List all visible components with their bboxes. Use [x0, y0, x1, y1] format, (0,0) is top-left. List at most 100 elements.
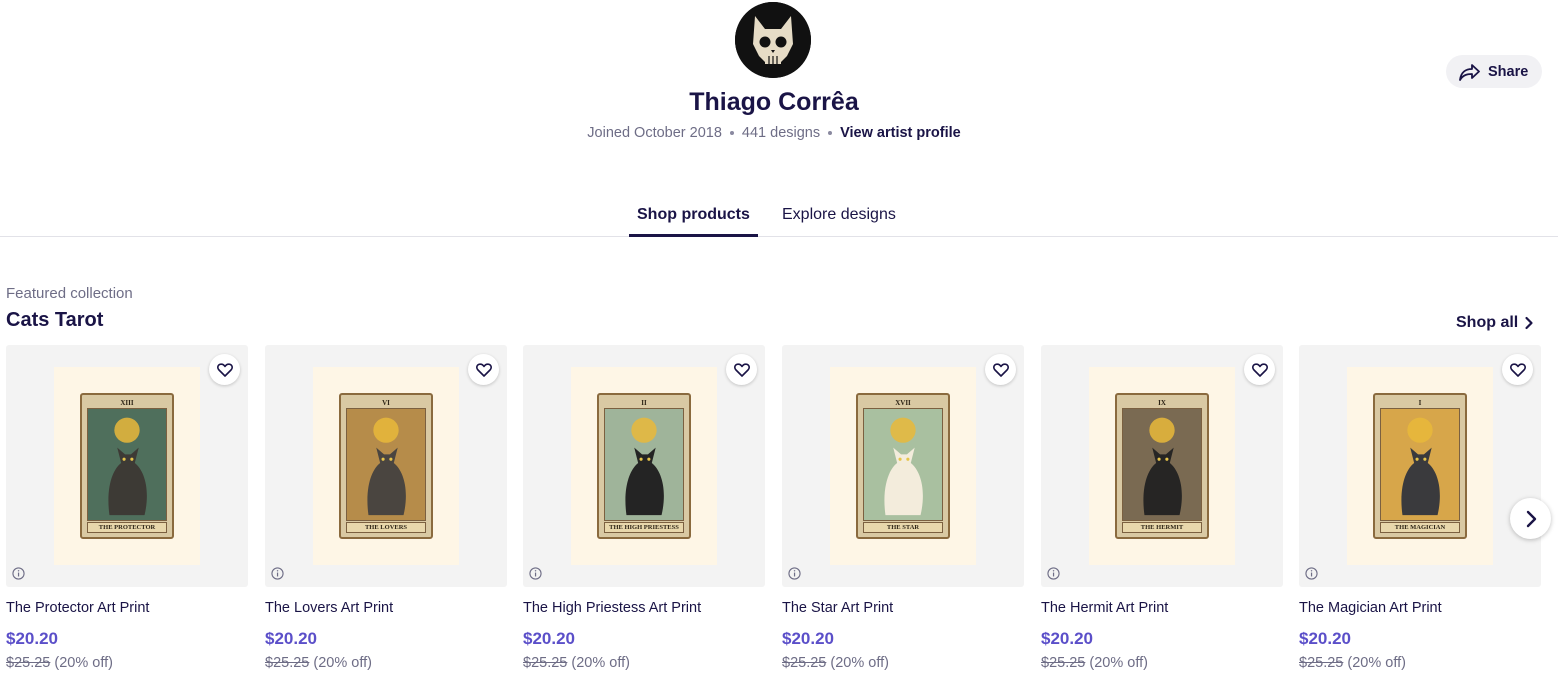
product-title[interactable]: The Protector Art Print: [6, 600, 248, 616]
print-mat: XVII THE STAR: [830, 367, 976, 565]
info-icon[interactable]: [12, 567, 25, 580]
print-mat: VI THE LOVERS: [313, 367, 459, 565]
cat-illustration: [347, 409, 425, 520]
discount-label: (20% off): [1347, 655, 1406, 671]
favorite-button[interactable]: [1244, 354, 1275, 385]
original-price: $25.25: [523, 655, 568, 671]
product-image[interactable]: XVII THE STAR: [782, 345, 1024, 587]
carousel-next-button[interactable]: [1510, 498, 1551, 539]
favorite-button[interactable]: [985, 354, 1016, 385]
product-image[interactable]: I THE MAGICIAN: [1299, 345, 1541, 587]
favorite-button[interactable]: [209, 354, 240, 385]
discount-label: (20% off): [54, 655, 113, 671]
skull-cat-logo: [735, 2, 811, 78]
card-number: IX: [1158, 399, 1166, 407]
product-card[interactable]: XVII THE STAR The Star Art Print $20.20 …: [782, 345, 1024, 671]
card-caption: THE MAGICIAN: [1380, 522, 1460, 533]
product-card[interactable]: XIII THE PROTECTOR The Protector Art Pri…: [6, 345, 248, 671]
product-original-price: $25.25 (20% off): [782, 655, 1024, 671]
product-title[interactable]: The High Priestess Art Print: [523, 600, 765, 616]
product-title[interactable]: The Star Art Print: [782, 600, 1024, 616]
artist-avatar[interactable]: [735, 2, 811, 78]
info-icon[interactable]: [1305, 567, 1318, 580]
info-icon[interactable]: [788, 567, 801, 580]
tarot-card-artwork: XIII THE PROTECTOR: [80, 393, 174, 539]
discount-label: (20% off): [830, 655, 889, 671]
card-number: II: [641, 399, 647, 407]
cat-illustration: [605, 409, 683, 520]
favorite-button[interactable]: [1502, 354, 1533, 385]
favorite-button[interactable]: [726, 354, 757, 385]
separator-dot: [729, 131, 734, 136]
shop-all-link[interactable]: Shop all: [1456, 314, 1534, 332]
heart-icon: [475, 362, 492, 377]
tab-shop-products[interactable]: Shop products: [629, 198, 758, 237]
joined-date: Joined October 2018: [587, 125, 722, 141]
card-caption: THE HERMIT: [1122, 522, 1202, 533]
heart-icon: [216, 362, 233, 377]
product-original-price: $25.25 (20% off): [6, 655, 248, 671]
product-price: $20.20: [523, 629, 575, 648]
tarot-card-artwork: II THE HIGH PRIESTESS: [597, 393, 691, 539]
product-image[interactable]: IX THE HERMIT: [1041, 345, 1283, 587]
card-scene: [1122, 408, 1202, 521]
discount-label: (20% off): [313, 655, 372, 671]
heart-icon: [733, 362, 750, 377]
info-icon[interactable]: [1047, 567, 1060, 580]
card-scene: [346, 408, 426, 521]
tarot-card-artwork: XVII THE STAR: [856, 393, 950, 539]
product-price: $20.20: [265, 629, 317, 648]
card-caption: THE HIGH PRIESTESS: [604, 522, 684, 533]
info-icon[interactable]: [271, 567, 284, 580]
separator-dot: [828, 131, 833, 136]
tab-bar: Shop products Explore designs: [0, 198, 1558, 237]
product-card[interactable]: VI THE LOVERS The Lovers Art Print $20.2…: [265, 345, 507, 671]
product-price: $20.20: [1041, 629, 1093, 648]
product-card[interactable]: II THE HIGH PRIESTESS The High Priestess…: [523, 345, 765, 671]
designs-count: 441 designs: [741, 125, 821, 141]
share-arrow-icon: [1459, 63, 1480, 81]
info-icon[interactable]: [529, 567, 542, 580]
heart-icon: [1509, 362, 1526, 377]
product-card[interactable]: I THE MAGICIAN The Magician Art Print $2…: [1299, 345, 1541, 671]
product-title[interactable]: The Magician Art Print: [1299, 600, 1541, 616]
product-card[interactable]: IX THE HERMIT The Hermit Art Print $20.2…: [1041, 345, 1283, 671]
print-mat: XIII THE PROTECTOR: [54, 367, 200, 565]
original-price: $25.25: [265, 655, 310, 671]
tab-explore-designs[interactable]: Explore designs: [774, 198, 914, 237]
heart-icon: [992, 362, 1009, 377]
tarot-card-artwork: I THE MAGICIAN: [1373, 393, 1467, 539]
card-caption: THE PROTECTOR: [87, 522, 167, 533]
view-artist-profile-link[interactable]: View artist profile: [840, 125, 961, 141]
share-button[interactable]: Share: [1446, 55, 1542, 88]
tarot-card-artwork: IX THE HERMIT: [1115, 393, 1209, 539]
product-price: $20.20: [1299, 629, 1351, 648]
card-scene: [87, 408, 167, 521]
original-price: $25.25: [1041, 655, 1086, 671]
card-number: XVII: [895, 399, 911, 407]
card-scene: [863, 408, 943, 521]
original-price: $25.25: [782, 655, 827, 671]
collection-title: Cats Tarot: [6, 309, 104, 331]
print-mat: IX THE HERMIT: [1089, 367, 1235, 565]
product-image[interactable]: II THE HIGH PRIESTESS: [523, 345, 765, 587]
product-original-price: $25.25 (20% off): [1299, 655, 1541, 671]
cat-illustration: [1123, 409, 1201, 520]
print-mat: II THE HIGH PRIESTESS: [571, 367, 717, 565]
tarot-card-artwork: VI THE LOVERS: [339, 393, 433, 539]
product-price: $20.20: [6, 629, 58, 648]
product-title[interactable]: The Hermit Art Print: [1041, 600, 1283, 616]
card-caption: THE STAR: [863, 522, 943, 533]
product-original-price: $25.25 (20% off): [523, 655, 765, 671]
favorite-button[interactable]: [468, 354, 499, 385]
discount-label: (20% off): [571, 655, 630, 671]
product-original-price: $25.25 (20% off): [265, 655, 507, 671]
product-image[interactable]: VI THE LOVERS: [265, 345, 507, 587]
card-scene: [604, 408, 684, 521]
card-number: XIII: [120, 399, 134, 407]
product-image[interactable]: XIII THE PROTECTOR: [6, 345, 248, 587]
product-title[interactable]: The Lovers Art Print: [265, 600, 507, 616]
original-price: $25.25: [1299, 655, 1344, 671]
heart-icon: [1251, 362, 1268, 377]
cat-illustration: [88, 409, 166, 520]
